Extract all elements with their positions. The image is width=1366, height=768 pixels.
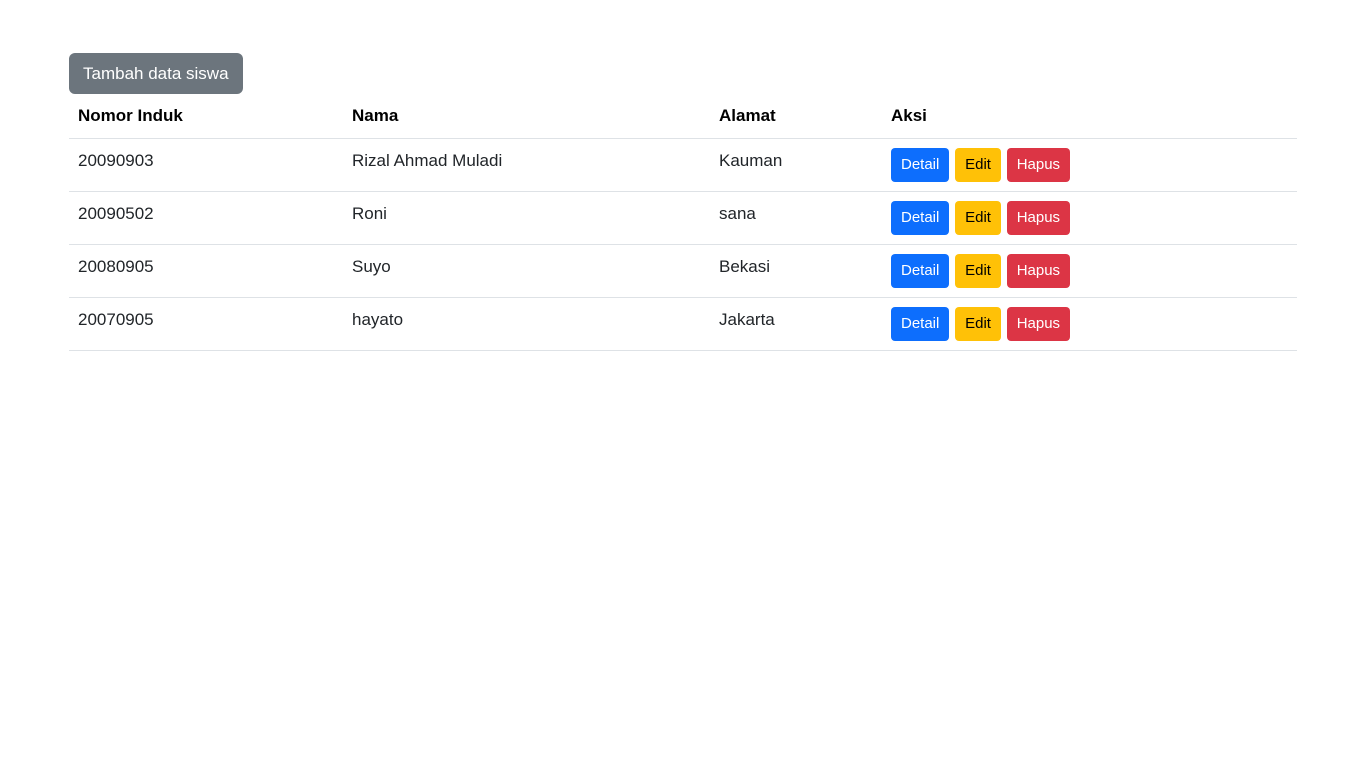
hapus-button[interactable]: Hapus (1006, 254, 1071, 288)
nomor-induk-text: 20090502 (78, 204, 154, 223)
header-nomor-induk: Nomor Induk (69, 94, 343, 139)
cell-nama: Rizal Ahmad Muladi (343, 138, 710, 192)
header-nama: Nama (343, 94, 710, 139)
student-table: Nomor Induk Nama Alamat Aksi 20090903 Ri… (69, 94, 1297, 351)
nama-text: hayato (352, 310, 404, 329)
detail-button[interactable]: Detail (891, 148, 950, 182)
hapus-button[interactable]: Hapus (1006, 201, 1071, 235)
nama-text: Roni (352, 204, 387, 223)
cell-alamat: Kauman (710, 138, 882, 192)
cell-aksi: Detail Edit Hapus (882, 138, 1297, 192)
detail-button[interactable]: Detail (891, 254, 950, 288)
cell-nomor-induk: 20090903 (69, 138, 343, 192)
main-container: Tambah data siswa Nomor Induk Nama Alama… (69, 53, 1297, 351)
hapus-button[interactable]: Hapus (1006, 307, 1071, 341)
cell-aksi: Detail Edit Hapus (882, 244, 1297, 298)
table-row: 20090502 Roni sana Detail Edit Hapus (69, 191, 1297, 245)
edit-button[interactable]: Edit (955, 307, 1001, 341)
edit-button[interactable]: Edit (955, 148, 1001, 182)
edit-button[interactable]: Edit (955, 201, 1001, 235)
nomor-induk-text: 20090903 (78, 151, 154, 170)
detail-button[interactable]: Detail (891, 201, 950, 235)
cell-alamat: Bekasi (710, 244, 882, 298)
cell-nama: hayato (343, 297, 710, 351)
cell-nomor-induk: 20090502 (69, 191, 343, 245)
alamat-text: Jakarta (719, 310, 775, 329)
table-row: 20080905 Suyo Bekasi Detail Edit Hapus (69, 244, 1297, 298)
alamat-text: Bekasi (719, 257, 771, 276)
cell-aksi: Detail Edit Hapus (882, 191, 1297, 245)
add-student-button[interactable]: Tambah data siswa (69, 53, 243, 94)
nomor-induk-text: 20070905 (78, 310, 154, 329)
nomor-induk-text: 20080905 (78, 257, 154, 276)
hapus-button[interactable]: Hapus (1006, 148, 1071, 182)
edit-button[interactable]: Edit (955, 254, 1001, 288)
cell-nama: Roni (343, 191, 710, 245)
nama-text: Suyo (352, 257, 391, 276)
header-alamat: Alamat (710, 94, 882, 139)
cell-nomor-induk: 20080905 (69, 244, 343, 298)
table-row: 20090903 Rizal Ahmad Muladi Kauman Detai… (69, 138, 1297, 192)
table-header-row: Nomor Induk Nama Alamat Aksi (69, 94, 1297, 139)
alamat-text: sana (719, 204, 756, 223)
cell-nama: Suyo (343, 244, 710, 298)
cell-alamat: sana (710, 191, 882, 245)
detail-button[interactable]: Detail (891, 307, 950, 341)
header-aksi: Aksi (882, 94, 1297, 139)
alamat-text: Kauman (719, 151, 783, 170)
cell-alamat: Jakarta (710, 297, 882, 351)
nama-text: Rizal Ahmad Muladi (352, 151, 503, 170)
cell-aksi: Detail Edit Hapus (882, 297, 1297, 351)
cell-nomor-induk: 20070905 (69, 297, 343, 351)
table-row: 20070905 hayato Jakarta Detail Edit Hapu… (69, 297, 1297, 351)
